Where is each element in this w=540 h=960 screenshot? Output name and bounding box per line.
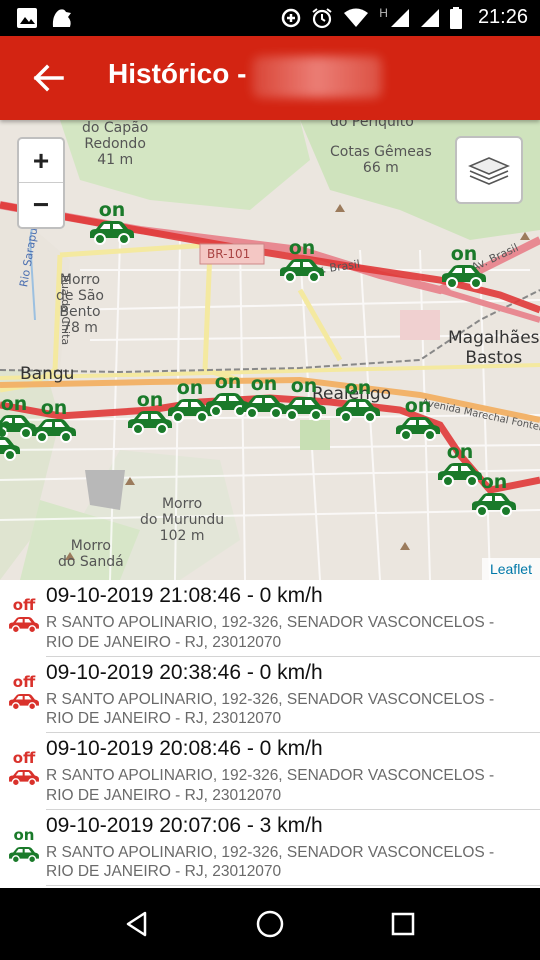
vehicle-marker[interactable]: on xyxy=(276,376,332,424)
alarm-icon xyxy=(312,7,332,28)
home-circle-icon xyxy=(256,910,284,938)
marker-status-label: on xyxy=(288,237,316,259)
vehicle-marker[interactable]: on xyxy=(0,416,26,464)
car-icon xyxy=(90,221,134,245)
back-button[interactable] xyxy=(26,58,70,98)
system-nav-bar xyxy=(0,888,540,960)
history-address: R SANTO APOLINARIO, 192-326, SENADOR VAS… xyxy=(46,614,495,651)
map-label-murundu: Morro do Murundu 102 m xyxy=(140,496,225,544)
car-icon xyxy=(282,397,326,421)
history-list: off 09-10-2019 21:08:46 - 0 km/h R SANTO… xyxy=(0,580,540,888)
car-icon xyxy=(0,437,20,461)
signal-icon xyxy=(420,8,439,27)
vehicle-marker[interactable]: on xyxy=(466,472,522,520)
history-item[interactable]: off 09-10-2019 21:08:46 - 0 km/h R SANTO… xyxy=(0,580,540,657)
marker-status-label: on xyxy=(404,395,432,417)
status-icon: off xyxy=(6,672,42,717)
vehicle-marker[interactable]: on xyxy=(274,238,330,286)
status-icon: off xyxy=(6,751,42,793)
history-item[interactable]: off 09-10-2019 20:38:46 - 0 km/h R SANTO… xyxy=(0,657,540,733)
back-triangle-icon xyxy=(126,911,146,937)
history-heading: 09-10-2019 21:08:46 - 0 km/h xyxy=(46,584,323,607)
map-label-sandra: Morro do Sandá xyxy=(58,538,124,570)
car-icon xyxy=(9,846,39,863)
history-heading: 09-10-2019 20:08:46 - 0 km/h xyxy=(46,737,323,760)
map-label-cotas: Cotas Gêmeas 66 m xyxy=(330,144,432,176)
car-icon xyxy=(9,693,39,710)
app-notification-icon xyxy=(52,9,71,28)
status-label: off xyxy=(12,749,36,767)
marker-status-label: on xyxy=(450,243,478,265)
battery-icon xyxy=(449,6,462,29)
nav-recents-button[interactable] xyxy=(373,894,433,954)
map-label-br101: BR-101 xyxy=(207,247,251,261)
map-label-capao: do Capão Redondo 41 m xyxy=(82,120,149,168)
marker-status-label: on xyxy=(98,199,126,221)
status-label: on xyxy=(13,825,35,844)
status-label: off xyxy=(12,672,36,691)
status-icon: on xyxy=(6,825,42,870)
marker-status-label: on xyxy=(480,471,508,493)
vehicle-marker[interactable]: on xyxy=(390,396,446,444)
wifi-icon xyxy=(344,8,369,27)
zoom-in-button[interactable]: + xyxy=(19,139,63,183)
status-icon: off xyxy=(6,598,42,640)
nav-home-button[interactable] xyxy=(240,894,300,954)
zoom-control: + − xyxy=(17,137,65,229)
layers-button[interactable] xyxy=(455,136,523,204)
history-item[interactable]: off 09-10-2019 20:08:46 - 0 km/h R SANTO… xyxy=(0,733,540,810)
redacted-vehicle-name xyxy=(252,56,382,98)
signal-h-icon xyxy=(390,8,409,27)
leaflet-attribution-link[interactable]: Leaflet xyxy=(481,558,540,580)
recents-square-icon xyxy=(392,912,415,936)
history-heading: 09-10-2019 20:07:06 - 3 km/h xyxy=(46,813,323,837)
marker-status-label: on xyxy=(344,377,372,399)
arrow-left-icon xyxy=(33,64,64,92)
car-icon xyxy=(396,417,440,441)
clock: 21:26 xyxy=(477,6,528,28)
vehicle-marker[interactable]: on xyxy=(84,200,140,248)
history-address: R SANTO APOLINARIO, 192-326, SENADOR VAS… xyxy=(46,690,495,728)
car-icon xyxy=(336,399,380,423)
network-type-label: H xyxy=(379,5,388,20)
history-heading: 09-10-2019 20:38:46 - 0 km/h xyxy=(46,660,323,684)
nav-back-button[interactable] xyxy=(107,894,167,954)
car-icon xyxy=(442,265,486,289)
zoom-out-button[interactable]: − xyxy=(19,183,63,227)
map-label-periquito: do Periquito xyxy=(330,120,414,130)
car-icon xyxy=(9,617,39,634)
layers-icon xyxy=(468,157,510,185)
page-title: Histórico - xyxy=(108,58,247,89)
marker-status-label: on xyxy=(290,375,318,397)
status-label: off xyxy=(12,596,36,614)
car-icon xyxy=(32,419,76,443)
car-icon xyxy=(472,493,516,517)
data-saver-icon xyxy=(282,8,301,27)
vehicle-marker[interactable]: on xyxy=(26,398,82,446)
divider xyxy=(46,885,540,886)
car-icon xyxy=(9,770,39,787)
marker-status-label: on xyxy=(446,441,474,463)
car-icon xyxy=(280,259,324,283)
history-item[interactable]: on 09-10-2019 20:07:06 - 3 km/h R SANTO … xyxy=(0,810,540,886)
marker-status-label: on xyxy=(0,415,12,437)
status-bar: H 21:26 xyxy=(0,0,540,36)
history-address: R SANTO APOLINARIO, 192-326, SENADOR VAS… xyxy=(46,843,495,881)
marker-status-label: on xyxy=(40,397,68,419)
map-label-bangu: Bangu xyxy=(20,364,75,384)
map-label-rua-da-chita: Rua da Chita xyxy=(59,274,73,346)
image-icon xyxy=(17,8,37,28)
map-view[interactable]: do Capão Redondo 41 m do Periquito Cotas… xyxy=(0,120,540,580)
app-bar: Histórico - xyxy=(0,36,540,120)
vehicle-marker[interactable]: on xyxy=(330,378,386,426)
history-address: R SANTO APOLINARIO, 192-326, SENADOR VAS… xyxy=(46,767,495,804)
vehicle-marker[interactable]: on xyxy=(436,244,492,292)
map-label-magalhaes: Magalhães Bastos xyxy=(448,328,540,368)
